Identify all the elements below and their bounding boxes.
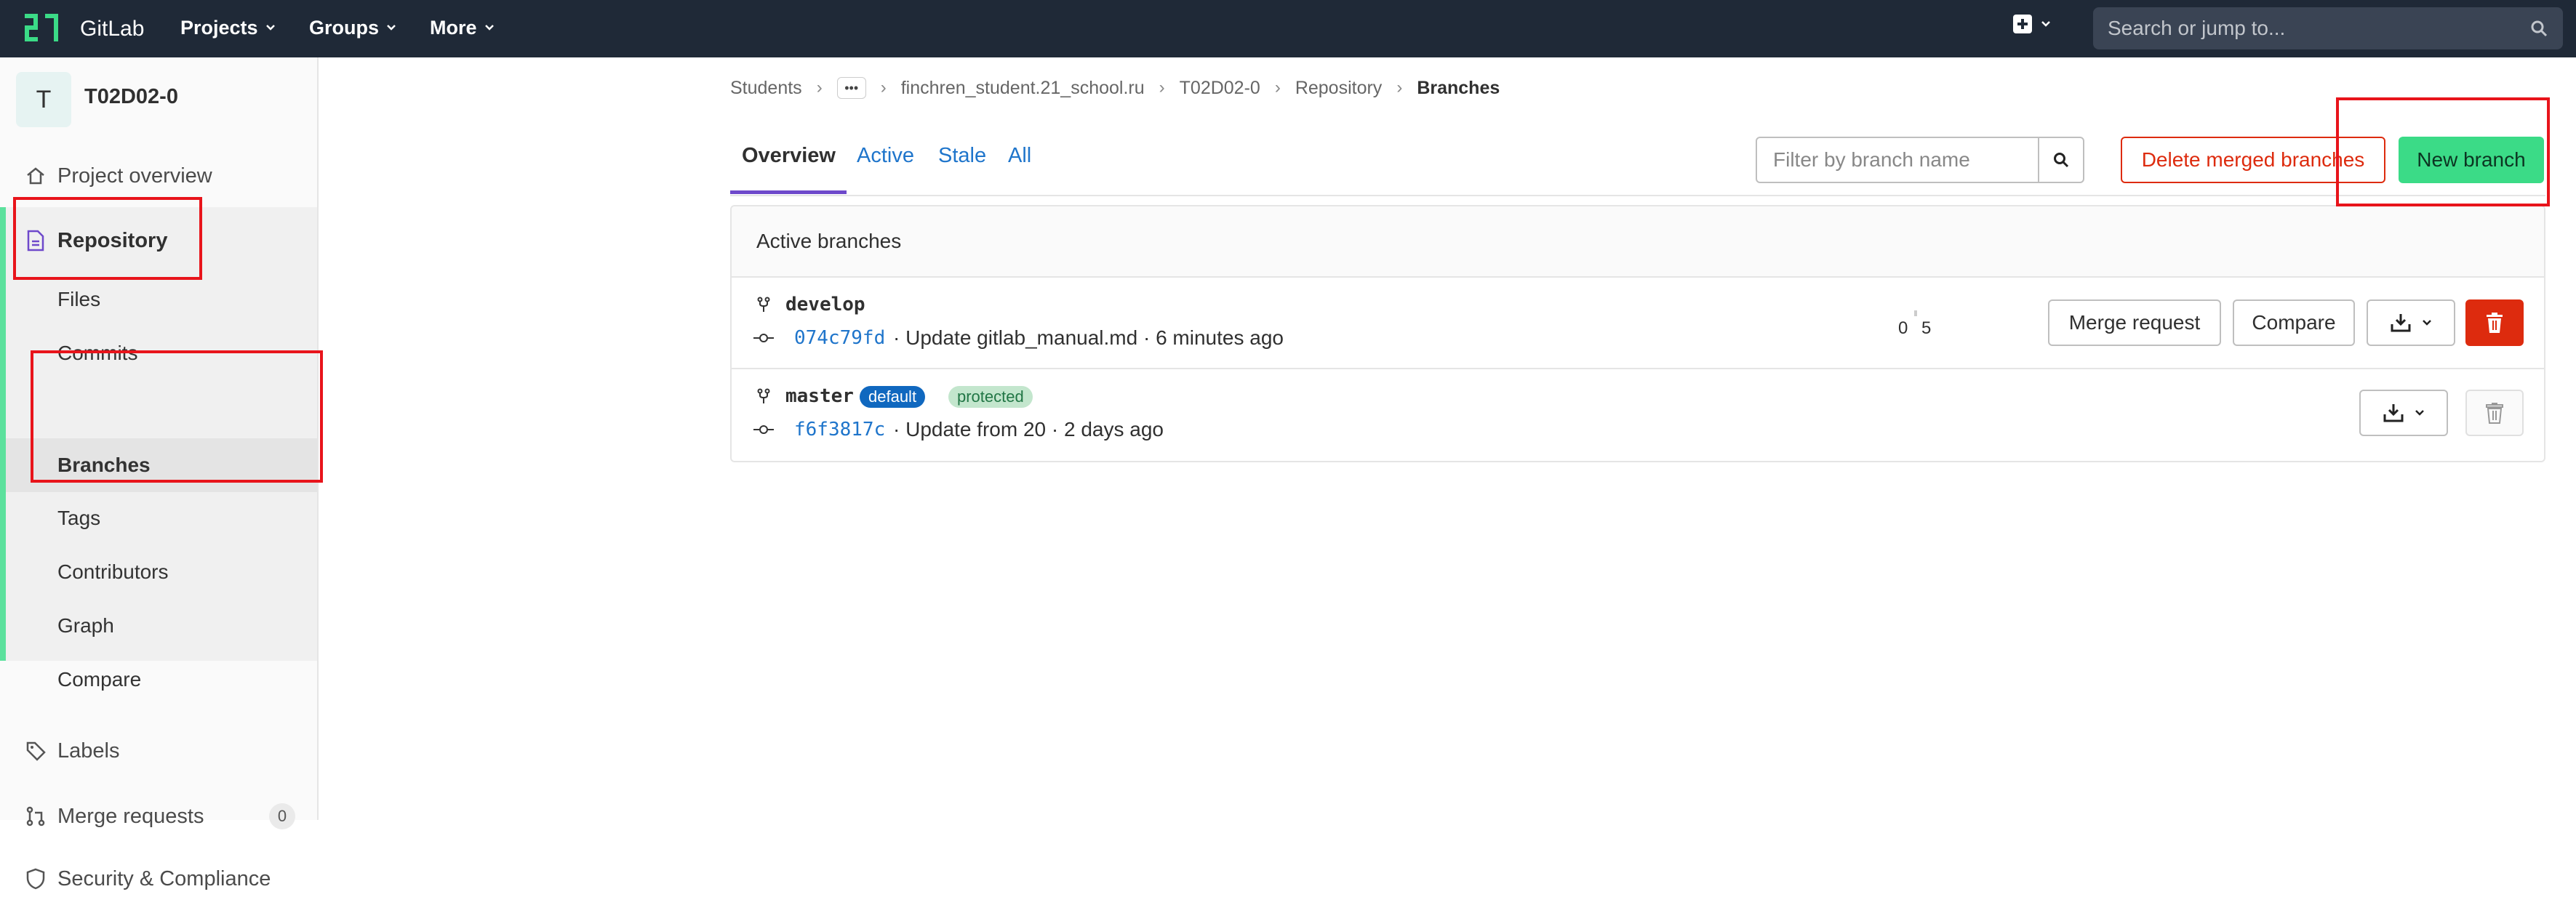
- sidebar-sub-graph[interactable]: Graph: [0, 600, 317, 652]
- new-dropdown-button[interactable]: [2013, 15, 2051, 33]
- search-icon: [2054, 153, 2069, 168]
- chevron-down-icon: [2423, 320, 2431, 326]
- download-icon: [2391, 314, 2411, 332]
- search-icon: [2531, 20, 2548, 37]
- merge-requests-count-badge: 0: [269, 803, 295, 829]
- gitlab-logo-icon[interactable]: [22, 9, 63, 47]
- global-search-input[interactable]: Search or jump to...: [2093, 7, 2563, 49]
- sidebar-item-merge-requests[interactable]: Merge requests 0: [0, 790, 317, 842]
- delete-branch-button-disabled: [2465, 390, 2524, 436]
- sidebar-sub-label: Tags: [57, 507, 101, 529]
- divergence-bar: [1914, 310, 1917, 316]
- search-placeholder: Search or jump to...: [2108, 17, 2286, 39]
- sidebar-sub-compare[interactable]: Compare: [0, 653, 317, 706]
- branch-icon: [757, 297, 770, 312]
- breadcrumb-separator: ›: [816, 78, 823, 97]
- project-name[interactable]: T02D02-0: [84, 85, 178, 109]
- chevron-down-icon: [484, 25, 494, 31]
- sidebar-sub-label: Graph: [57, 614, 114, 637]
- chevron-down-icon: [2041, 21, 2050, 27]
- sidebar-item-labels[interactable]: Labels: [0, 725, 317, 777]
- delete-branch-button[interactable]: [2465, 299, 2524, 346]
- download-dropdown-button[interactable]: [2367, 299, 2455, 346]
- sidebar-sub-label: Contributors: [57, 560, 169, 583]
- filter-search-button[interactable]: [2038, 138, 2083, 182]
- more-menu[interactable]: More: [430, 13, 495, 42]
- branch-row: develop 074c79fd · Update gitlab_manual.…: [732, 278, 2544, 369]
- compare-button[interactable]: Compare: [2233, 299, 2355, 346]
- panel-title: Active branches: [756, 230, 902, 252]
- groups-menu-label: Groups: [309, 17, 380, 39]
- project-avatar[interactable]: T: [16, 72, 71, 127]
- breadcrumb-project[interactable]: T02D02-0: [1180, 78, 1260, 99]
- sidebar-item-label: Labels: [57, 739, 120, 763]
- branch-filter-input[interactable]: Filter by branch name: [1757, 148, 2038, 172]
- sidebar-sub-label: Compare: [57, 668, 142, 691]
- sidebar-sub-files[interactable]: Files: [0, 273, 317, 326]
- breadcrumb: Students › ••• › finchren_student.21_sch…: [730, 77, 1500, 99]
- branch-name-link[interactable]: master: [785, 385, 854, 407]
- projects-menu[interactable]: Projects: [180, 13, 276, 42]
- more-menu-label: More: [430, 17, 477, 39]
- breadcrumb-repository[interactable]: Repository: [1295, 78, 1383, 99]
- top-navbar: GitLab Projects Groups More Search or ju…: [0, 0, 2576, 57]
- brand-name[interactable]: GitLab: [80, 15, 144, 44]
- commit-icon: [753, 425, 774, 434]
- divergence-ahead-count: 5: [1921, 318, 1932, 338]
- tab-stale[interactable]: Stale: [938, 144, 986, 168]
- breadcrumb-ellipsis-button[interactable]: •••: [836, 77, 866, 99]
- sidebar-item-label: Project overview: [57, 164, 212, 188]
- chevron-down-icon: [387, 25, 396, 31]
- chevron-down-icon: [265, 25, 275, 31]
- protected-badge: protected: [948, 386, 1033, 408]
- sidebar-item-label: Security & Compliance: [57, 866, 271, 890]
- chevron-down-icon: [2415, 410, 2424, 416]
- sidebar-sub-label: Files: [57, 288, 101, 310]
- divergence-behind-count: 0: [1898, 318, 1908, 338]
- tab-all[interactable]: All: [1008, 144, 1031, 168]
- sidebar-sub-tags[interactable]: Tags: [0, 492, 317, 544]
- commit-icon: [753, 334, 774, 342]
- commit-message: · Update from 20 · 2 days ago: [893, 418, 1164, 441]
- breadcrumb-namespace[interactable]: finchren_student.21_school.ru: [901, 78, 1145, 99]
- trash-icon: [2487, 313, 2503, 333]
- annotation-box-repository: [13, 197, 202, 280]
- shield-icon: [23, 866, 48, 891]
- panel-header: Active branches: [732, 206, 2544, 278]
- active-branches-panel: Active branches develop 074c79fd · Updat…: [730, 205, 2545, 462]
- breadcrumb-separator: ›: [1159, 78, 1165, 97]
- breadcrumb-separator: ›: [1274, 78, 1281, 97]
- breadcrumb-students[interactable]: Students: [730, 78, 802, 99]
- annotation-box-branches: [31, 350, 323, 483]
- merge-request-button[interactable]: Merge request: [2048, 299, 2221, 346]
- home-icon: [23, 164, 48, 188]
- tab-overview[interactable]: Overview: [742, 144, 836, 168]
- tab-active-underline: [730, 190, 847, 194]
- label-icon: [23, 739, 48, 763]
- plus-icon: [2013, 15, 2032, 33]
- groups-menu[interactable]: Groups: [309, 13, 396, 42]
- sidebar-sub-contributors[interactable]: Contributors: [0, 546, 317, 598]
- download-icon: [2383, 404, 2404, 422]
- branch-row: master default protected f6f3817c · Upda…: [732, 369, 2544, 461]
- commit-sha-link[interactable]: f6f3817c: [794, 419, 885, 441]
- merge-request-icon: [23, 804, 48, 829]
- breadcrumb-separator: ›: [880, 78, 887, 97]
- tab-active[interactable]: Active: [857, 144, 914, 168]
- projects-menu-label: Projects: [180, 17, 258, 39]
- commit-sha-link[interactable]: 074c79fd: [794, 327, 885, 349]
- commit-message: · Update gitlab_manual.md · 6 minutes ag…: [893, 326, 1284, 349]
- sidebar-item-project-overview[interactable]: Project overview: [0, 150, 317, 202]
- annotation-box-new-branch: [2336, 97, 2550, 206]
- breadcrumb-separator: ›: [1396, 78, 1403, 97]
- branch-icon: [757, 388, 770, 403]
- sidebar-item-security[interactable]: Security & Compliance: [0, 853, 317, 905]
- branch-name-link[interactable]: develop: [785, 294, 865, 315]
- download-dropdown-button[interactable]: [2359, 390, 2448, 436]
- trash-icon: [2486, 403, 2503, 424]
- sidebar-item-label: Merge requests: [57, 804, 204, 828]
- default-badge: default: [860, 386, 926, 408]
- branch-filter: Filter by branch name: [1756, 137, 2084, 183]
- breadcrumb-branches[interactable]: Branches: [1417, 78, 1500, 99]
